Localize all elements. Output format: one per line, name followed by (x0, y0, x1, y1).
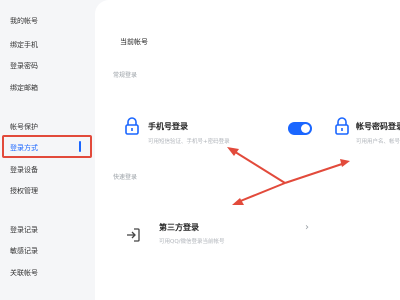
sidebar-item-login-password[interactable]: 登录密码 (10, 61, 38, 71)
sidebar-item-sensitive-records[interactable]: 敏感记录 (10, 246, 38, 256)
lock-icon (125, 117, 139, 135)
sidebar-item-account-protection[interactable]: 帐号保护 (10, 122, 38, 132)
phone-login-desc: 可用短信验证、手机号+密码登录 (148, 139, 230, 145)
sidebar: 我的帐号 绑定手机 登录密码 绑定邮箱 帐号保护 登录方式 登录设备 授权管理 … (0, 0, 95, 300)
phone-login-title: 手机号登录 (148, 122, 188, 131)
sidebar-item-linked-accounts[interactable]: 关联帐号 (10, 268, 38, 278)
lock-icon (335, 117, 349, 135)
sidebar-item-authorization[interactable]: 授权管理 (10, 186, 38, 196)
sidebar-item-login-records[interactable]: 登录记录 (10, 225, 38, 235)
sidebar-item-my-account[interactable]: 我的帐号 (10, 16, 38, 26)
login-enter-icon (127, 228, 140, 242)
sidebar-item-login-devices[interactable]: 登录设备 (10, 165, 38, 175)
chevron-right-icon[interactable]: › (305, 223, 309, 233)
phone-login-toggle[interactable] (288, 122, 312, 135)
third-party-login-title: 第三方登录 (159, 223, 199, 232)
third-party-login-desc: 可用QQ/微信登录当前帐号 (159, 239, 225, 245)
current-account-label: 当前帐号 (120, 38, 148, 46)
quick-login-label: 快速登录 (113, 174, 138, 181)
sidebar-item-bind-phone[interactable]: 绑定手机 (10, 40, 38, 50)
highlight-box (2, 135, 92, 158)
toggle-knob (301, 124, 310, 133)
regular-login-label: 常规登录 (113, 72, 138, 79)
password-login-desc: 可用用户名、帐号 (356, 139, 400, 145)
password-login-title: 帐号密码登录 (356, 122, 400, 131)
sidebar-item-bind-email[interactable]: 绑定邮箱 (10, 83, 38, 93)
